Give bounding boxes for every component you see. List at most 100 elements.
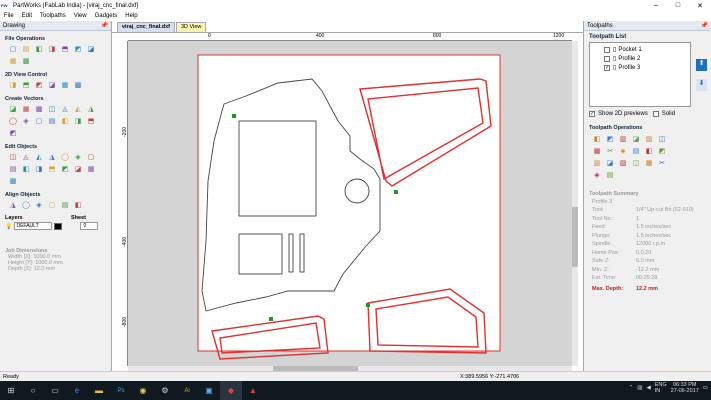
- menu-view[interactable]: View: [70, 13, 91, 19]
- join-icon[interactable]: ⬒: [46, 164, 58, 175]
- reset-preview-op-icon[interactable]: ▦: [643, 158, 655, 169]
- menu-edit[interactable]: Edit: [18, 13, 36, 19]
- toolpath-item[interactable]: ▯ Pocket 1: [604, 45, 690, 54]
- summary-op-icon[interactable]: ▤: [604, 170, 616, 181]
- edge-icon[interactable]: e: [66, 381, 88, 400]
- inlay-op-icon[interactable]: ▦: [591, 146, 603, 157]
- distort-icon[interactable]: ◈: [72, 152, 84, 163]
- start-button[interactable]: ⊞: [0, 381, 22, 400]
- drawing-canvas[interactable]: [128, 41, 572, 366]
- node-edit-icon[interactable]: ◨: [72, 116, 84, 127]
- prism-op-icon[interactable]: ▤: [630, 146, 642, 157]
- menu-file[interactable]: File: [0, 13, 18, 19]
- save-icon[interactable]: ◧: [33, 44, 45, 55]
- partworks-taskbar-icon[interactable]: ◆: [220, 381, 242, 400]
- layer-color-swatch[interactable]: [54, 222, 63, 230]
- polyline-icon[interactable]: ◯: [7, 116, 19, 127]
- import-component-icon[interactable]: ▦: [7, 56, 19, 67]
- offset-icon[interactable]: ◨: [33, 164, 45, 175]
- toolpath-checkbox[interactable]: ✓: [604, 64, 610, 71]
- other-app-icon[interactable]: ▲: [242, 381, 264, 400]
- zoom-region-icon[interactable]: ◪: [46, 80, 58, 91]
- preview-op-icon[interactable]: ◫: [630, 158, 642, 169]
- save-toolpath-op-icon[interactable]: ◈: [591, 170, 603, 181]
- layer-select[interactable]: DEFAULT: [14, 222, 53, 230]
- draw-text-icon[interactable]: ◈: [20, 116, 32, 127]
- align-bottom-icon[interactable]: ▤: [59, 200, 71, 211]
- texture-op-icon[interactable]: ▨: [643, 134, 655, 145]
- drawing-svg[interactable]: [128, 41, 572, 366]
- maximize-button[interactable]: □: [667, 2, 689, 9]
- menu-toolpaths[interactable]: Toolpaths: [36, 13, 70, 19]
- menu-gadgets[interactable]: Gadgets: [91, 13, 122, 19]
- toolpath-checkbox[interactable]: [604, 46, 610, 53]
- task-view-icon[interactable]: ▭: [44, 381, 66, 400]
- photoshop-icon[interactable]: Ps: [110, 381, 132, 400]
- toolpath-item[interactable]: ▯ Profile 2: [604, 54, 690, 63]
- chrome-icon[interactable]: ◉: [132, 381, 154, 400]
- tab-3d-view[interactable]: 3D View: [176, 22, 207, 32]
- import-icon[interactable]: ⬒: [59, 44, 71, 55]
- zoom-in-icon[interactable]: ⬒: [20, 80, 32, 91]
- folder-icon[interactable]: ◩: [72, 44, 84, 55]
- intersect-icon[interactable]: ◧: [20, 164, 32, 175]
- weld-icon[interactable]: ▢: [85, 152, 97, 163]
- pin-icon[interactable]: 📌: [101, 22, 108, 29]
- template-op-icon[interactable]: ✂: [656, 158, 668, 169]
- zoom-out-icon[interactable]: ◩: [33, 80, 45, 91]
- save-as-icon[interactable]: ◨: [46, 44, 58, 55]
- chamfer-op-icon[interactable]: ◈: [617, 146, 629, 157]
- import-vector-icon[interactable]: ◪: [85, 44, 97, 55]
- edit-op-icon[interactable]: ▥: [591, 158, 603, 169]
- curve-icon[interactable]: ◮: [85, 104, 97, 115]
- close-button[interactable]: ✕: [689, 2, 711, 10]
- zoom-extents-icon[interactable]: ◨: [7, 80, 19, 91]
- arc-icon[interactable]: ◭: [72, 104, 84, 115]
- volume-icon[interactable]: ◀: [647, 385, 651, 391]
- language-indicator[interactable]: ENG IN: [655, 382, 667, 394]
- select-icon[interactable]: ◫: [7, 152, 19, 163]
- pin-icon[interactable]: 📌: [701, 22, 708, 29]
- vcarve-op-icon[interactable]: ◪: [630, 134, 642, 145]
- copy-op-icon[interactable]: ▨: [617, 158, 629, 169]
- drill-op-icon[interactable]: ▥: [617, 134, 629, 145]
- move-up-button[interactable]: ⬆: [696, 59, 707, 71]
- align-left-icon[interactable]: ◯: [20, 200, 32, 211]
- moulding-op-icon[interactable]: ✂: [604, 146, 616, 157]
- search-icon[interactable]: ○: [22, 381, 44, 400]
- trim-icon[interactable]: ◩: [7, 128, 19, 139]
- align-center-icon[interactable]: ◮: [7, 200, 19, 211]
- menu-help[interactable]: Help: [121, 13, 141, 19]
- scale-icon[interactable]: ◭: [33, 152, 45, 163]
- move-icon[interactable]: ◬: [20, 152, 32, 163]
- star-icon[interactable]: ◬: [59, 104, 71, 115]
- pan-icon[interactable]: ▦: [59, 80, 71, 91]
- move-down-button[interactable]: ⬇: [696, 79, 707, 91]
- ellipse-icon[interactable]: ▦: [20, 104, 32, 115]
- view-icon[interactable]: ▩: [72, 80, 84, 91]
- fluting-op-icon[interactable]: ◫: [656, 134, 668, 145]
- illustrator-icon[interactable]: Ai: [176, 381, 198, 400]
- open-folder-icon[interactable]: ▤: [20, 44, 32, 55]
- up-arrow-icon[interactable]: ⌃: [629, 385, 634, 391]
- adjust-text-icon[interactable]: ▤: [46, 116, 58, 127]
- quick-engrave-op-icon[interactable]: ◧: [643, 146, 655, 157]
- print-icon[interactable]: ▩: [20, 56, 32, 67]
- toolpath-checkbox[interactable]: [604, 55, 610, 62]
- mirror-icon[interactable]: ◯: [59, 152, 71, 163]
- app-icon-taskbar[interactable]: ▣: [198, 381, 220, 400]
- copy-along-icon[interactable]: ▩: [7, 176, 19, 187]
- align-top-icon[interactable]: ▢: [46, 200, 58, 211]
- delete-op-icon[interactable]: ◪: [604, 158, 616, 169]
- file-explorer-icon[interactable]: ▬: [88, 381, 110, 400]
- new-file-icon[interactable]: ▢: [7, 44, 19, 55]
- subtract-icon[interactable]: ▤: [7, 164, 19, 175]
- sheet-select[interactable]: 0: [80, 222, 99, 230]
- profile-op-icon[interactable]: ◧: [591, 134, 603, 145]
- merge-op-icon[interactable]: ◩: [656, 146, 668, 157]
- dimension-icon[interactable]: ◧: [59, 116, 71, 127]
- vertical-scrollbar[interactable]: [572, 41, 578, 366]
- group-icon[interactable]: ◪: [72, 164, 84, 175]
- network-icon[interactable]: ▥: [637, 385, 642, 391]
- pocket-op-icon[interactable]: ◩: [604, 134, 616, 145]
